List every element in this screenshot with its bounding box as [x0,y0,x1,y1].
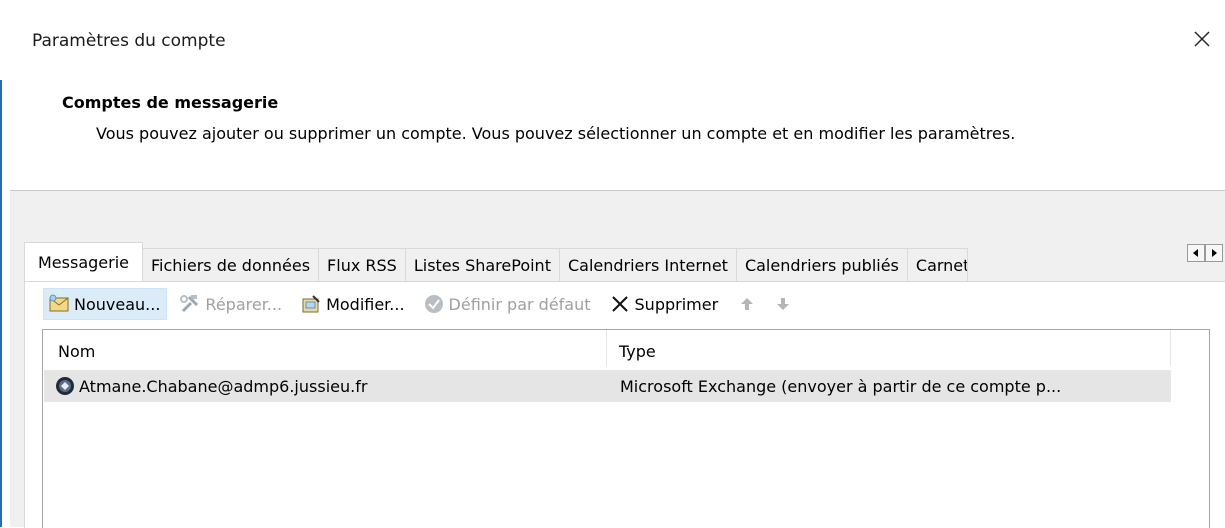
column-separator[interactable] [606,330,607,366]
move-down-button[interactable] [768,288,804,320]
title-bar: Paramètres du compte [0,0,1225,80]
set-default-button-label: Définir par défaut [448,294,591,314]
accounts-list[interactable]: Nom Type Atmane.Chabane@admp6.jussieu.fr… [42,329,1210,528]
arrow-right-icon [1212,249,1217,257]
arrow-left-icon [1193,249,1198,257]
tab-calendriers-internet[interactable]: Calendriers Internet [559,248,737,282]
list-header: Nom Type [43,330,1171,368]
toolbar: Nouveau... Réparer... Modifier... Défini… [43,288,804,320]
repair-button-label: Réparer... [205,294,283,314]
new-mail-icon [48,293,70,315]
delete-button[interactable]: Supprimer [605,288,725,320]
table-row[interactable]: Atmane.Chabane@admp6.jussieu.fr Microsof… [44,370,1171,402]
set-default-button[interactable]: Définir par défaut [419,288,597,320]
tab-fichiers-de-donnees[interactable]: Fichiers de données [143,248,320,282]
column-header-name[interactable]: Nom [58,342,95,361]
move-up-button[interactable] [732,288,768,320]
tab-messagerie[interactable]: Messagerie [24,242,143,282]
modify-account-icon [300,293,322,315]
section-description: Vous pouvez ajouter ou supprimer un comp… [96,124,1016,143]
repair-tools-icon [179,293,201,315]
modify-button[interactable]: Modifier... [296,288,410,320]
tab-scroll-right-button[interactable] [1205,244,1223,262]
section-heading: Comptes de messagerie [62,93,279,112]
arrow-up-icon [736,293,758,315]
account-name: Atmane.Chabane@admp6.jussieu.fr [79,377,368,396]
column-header-type[interactable]: Type [619,342,656,361]
arrow-down-icon [772,293,794,315]
tab-strip: Messagerie Fichiers de données Flux RSS … [24,242,1225,282]
tab-calendriers-publies[interactable]: Calendriers publiés [736,248,908,282]
window-title: Paramètres du compte [32,31,226,51]
repair-button[interactable]: Réparer... [175,288,288,320]
messagerie-panel: Nouveau... Réparer... Modifier... Défini… [24,281,1225,528]
close-button[interactable] [1187,22,1217,56]
modify-button-label: Modifier... [326,294,405,314]
tab-listes-sharepoint[interactable]: Listes SharePoint [405,248,560,282]
account-type: Microsoft Exchange (envoyer à partir de … [620,377,1062,396]
close-icon [1194,31,1210,47]
delete-button-label: Supprimer [634,294,719,314]
new-button-label: Nouveau... [74,294,161,314]
checkmark-icon [423,293,445,315]
tab-flux-rss[interactable]: Flux RSS [319,248,406,282]
tab-scroll-buttons [1187,244,1223,262]
tab-scroll-left-button[interactable] [1187,244,1205,262]
new-button[interactable]: Nouveau... [43,288,168,320]
tab-carnets-d-adresses[interactable]: Carnets d'adresses [907,248,968,282]
delete-x-icon [609,293,631,315]
column-separator-end [1170,330,1171,366]
exchange-account-icon [55,376,75,396]
